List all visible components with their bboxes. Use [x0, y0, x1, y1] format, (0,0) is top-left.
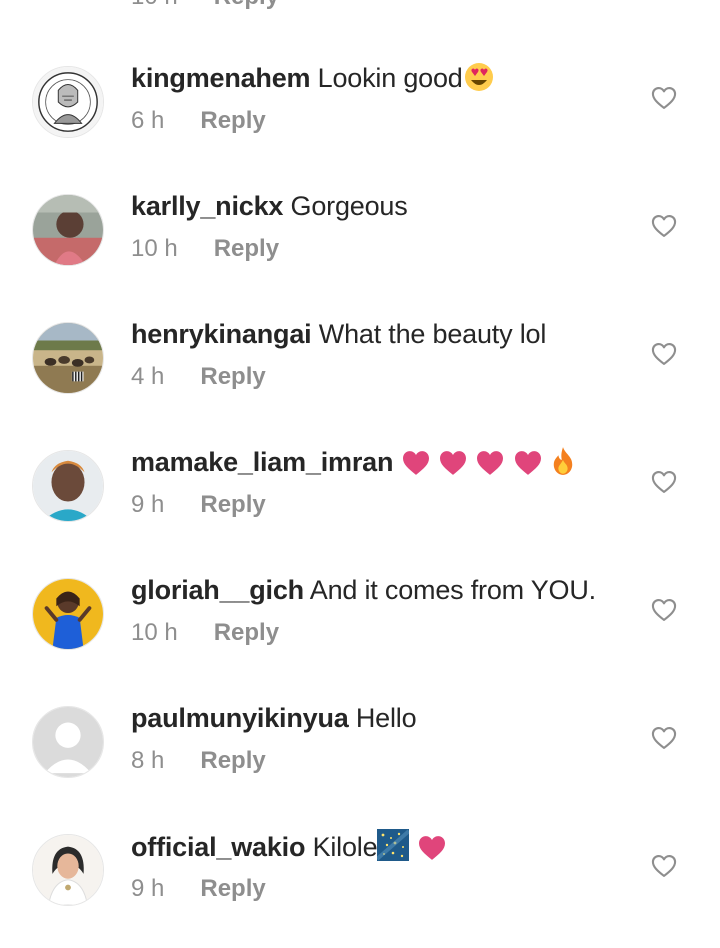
comment-time: 6 h — [131, 107, 165, 134]
comment-text-line: official_wakio Kilole — [131, 829, 447, 864]
comment-time: 10 h — [131, 619, 178, 646]
heart-emoji-icon — [475, 450, 505, 476]
comment-text: Kilole — [312, 832, 378, 862]
comment-meta: 10 h Reply — [131, 618, 279, 648]
reply-button[interactable]: Reply — [214, 0, 279, 10]
comment-text: What the beauty lol — [318, 319, 547, 349]
engraved-portrait-icon — [33, 67, 103, 137]
comment-text-line: gloriah__gich And it comes from YOU. — [131, 573, 596, 607]
comment-time: 9 h — [131, 875, 165, 902]
comment-username[interactable]: mamake_liam_imran — [131, 447, 393, 477]
reply-button[interactable]: Reply — [200, 747, 265, 774]
reply-button[interactable]: Reply — [214, 619, 279, 646]
comment-username[interactable]: karlly_nickx — [131, 191, 283, 221]
person-photo-icon — [33, 579, 103, 649]
comment-meta: 4 h Reply — [131, 362, 266, 392]
heart-eyes-emoji-icon — [463, 62, 495, 92]
comment-text-line: paulmunyikinyua Hello — [131, 701, 417, 735]
person-photo-icon — [33, 835, 103, 905]
comment-item: kingmenahem Lookin good 6 h Reply — [0, 52, 720, 180]
avatar[interactable] — [32, 578, 104, 650]
comment-item: gloriah__gich And it comes from YOU. 10 … — [0, 564, 720, 692]
comment-item: henrykinangai What the beauty lol 4 h Rep… — [0, 308, 720, 436]
comment-item: paulmunyikinyua Hello 8 h Reply — [0, 692, 720, 820]
reply-button[interactable]: Reply — [200, 491, 265, 518]
comment-time: 9 h — [131, 491, 165, 518]
comment-item: karlly_nickx Gorgeous 10 h Reply — [0, 180, 720, 308]
comment-text: Gorgeous — [290, 191, 408, 221]
comment-time: 10 h — [131, 235, 178, 262]
comment-time: 10 h — [131, 0, 178, 12]
reply-button[interactable]: Reply — [200, 107, 265, 134]
comment-item: mamake_liam_imran 9 h Reply — [0, 436, 720, 564]
previous-comment-partial: 10 h Reply — [0, 0, 720, 10]
reply-button[interactable]: Reply — [200, 363, 265, 390]
comment-text-line: karlly_nickx Gorgeous — [131, 189, 408, 223]
comment-meta: 9 h Reply — [131, 490, 266, 520]
comment-item: official_wakio Kilole 9 h Reply — [0, 820, 720, 948]
like-heart-icon[interactable] — [650, 468, 678, 496]
comment-username[interactable]: gloriah__gich — [131, 575, 304, 605]
heart-emoji-icon — [417, 835, 447, 861]
person-photo-icon — [33, 451, 103, 521]
avatar[interactable] — [32, 66, 104, 138]
person-photo-icon — [33, 195, 103, 265]
comment-username[interactable]: henrykinangai — [131, 319, 312, 349]
avatar[interactable] — [32, 194, 104, 266]
avatar[interactable] — [32, 450, 104, 522]
comment-username[interactable]: kingmenahem — [131, 63, 311, 93]
like-heart-icon[interactable] — [650, 340, 678, 368]
comment-text: Hello — [355, 703, 417, 733]
reply-button[interactable]: Reply — [214, 235, 279, 262]
milky-way-emoji-icon — [377, 829, 410, 861]
wildlife-photo-icon — [33, 323, 103, 393]
comment-text: Lookin good — [317, 63, 463, 93]
like-heart-icon[interactable] — [650, 852, 678, 880]
comment-time: 8 h — [131, 747, 165, 774]
comment-text: And it comes from YOU. — [309, 575, 596, 605]
comment-text-line: mamake_liam_imran — [131, 445, 576, 479]
like-heart-icon[interactable] — [650, 724, 678, 752]
comment-meta: 8 h Reply — [131, 746, 266, 776]
comment-username[interactable]: paulmunyikinyua — [131, 703, 349, 733]
avatar[interactable] — [32, 706, 104, 778]
like-heart-icon[interactable] — [650, 212, 678, 240]
comment-username[interactable]: official_wakio — [131, 832, 305, 862]
reply-button[interactable]: Reply — [200, 875, 265, 902]
heart-emoji-icon — [438, 450, 468, 476]
comment-meta: 10 h Reply — [131, 234, 279, 264]
comment-time: 4 h — [131, 363, 165, 390]
comment-meta: 6 h Reply — [131, 106, 266, 136]
comment-text-line: henrykinangai What the beauty lol — [131, 317, 546, 351]
fire-emoji-icon — [550, 446, 576, 476]
heart-emoji-icon — [401, 450, 431, 476]
comment-text-line: kingmenahem Lookin good — [131, 61, 495, 95]
like-heart-icon[interactable] — [650, 596, 678, 624]
avatar[interactable] — [32, 834, 104, 906]
like-heart-icon[interactable] — [650, 84, 678, 112]
comment-meta: 9 h Reply — [131, 874, 266, 904]
avatar[interactable] — [32, 322, 104, 394]
heart-emoji-icon — [513, 450, 543, 476]
default-avatar-icon — [33, 707, 103, 777]
